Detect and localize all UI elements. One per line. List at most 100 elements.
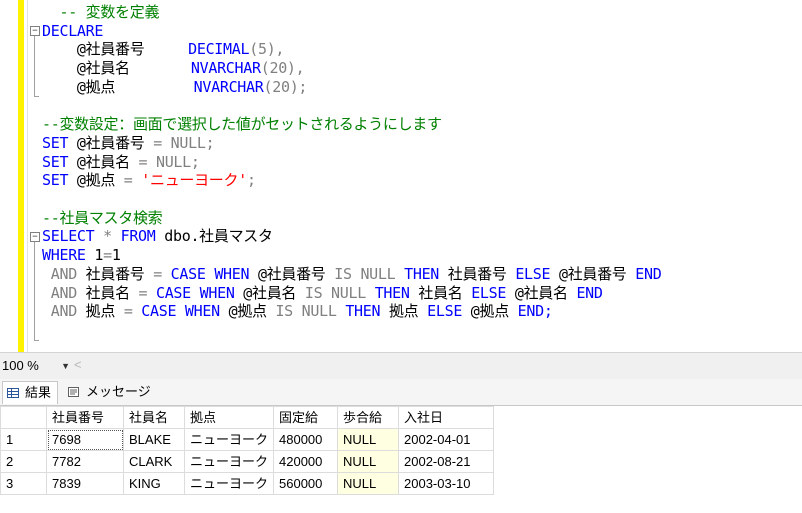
- code-token: =: [103, 246, 112, 265]
- code-token: SET: [42, 152, 69, 171]
- code-token: 拠点: [380, 302, 428, 321]
- code-line: SELECT * FROM dbo.社員マスタ: [42, 227, 273, 245]
- code-token: IS NULL: [304, 283, 366, 302]
- code-token: AND: [50, 283, 78, 302]
- code-token: CASE WHEN: [170, 264, 250, 283]
- code-token: END: [635, 264, 662, 283]
- tab-messages[interactable]: メッセージ: [64, 381, 157, 403]
- code-token: @社員名: [506, 283, 577, 302]
- cell-employee-name[interactable]: BLAKE: [123, 428, 185, 451]
- row-number[interactable]: 2: [0, 450, 47, 473]
- code-token: @社員名: [68, 152, 139, 171]
- collapse-select-icon[interactable]: −: [30, 232, 40, 242]
- code-token: DECIMAL: [188, 40, 250, 59]
- code-token: =: [123, 171, 133, 190]
- code-token: 拠点: [76, 302, 124, 321]
- code-token: ELSE: [427, 302, 463, 321]
- code-token: END: [576, 283, 603, 302]
- code-line: SET @拠点 = 'ニューヨーク';: [42, 171, 256, 189]
- tab-results[interactable]: 結果: [2, 381, 59, 404]
- cell-location[interactable]: ニューヨーク: [183, 472, 275, 495]
- code-token: @社員番号: [42, 40, 189, 59]
- code-token: 1: [111, 246, 121, 265]
- code-token: @社員番号: [550, 264, 636, 283]
- code-token: SELECT: [42, 227, 95, 246]
- column-header[interactable]: 社員名: [123, 406, 185, 429]
- table-row[interactable]: 2 7782 CLARK ニューヨーク 420000 NULL 2002-08-…: [0, 450, 495, 473]
- outline-end: [34, 96, 39, 97]
- cell-employee-number[interactable]: 7782: [46, 450, 124, 473]
- code-token: IS NULL: [334, 264, 396, 283]
- code-line: @社員番号 DECIMAL(5),: [42, 40, 285, 59]
- query-editor[interactable]: − − -- 変数を定義 DECLARE @社員番号 DECIMAL(5), @社…: [0, 0, 802, 352]
- code-token: AND: [50, 264, 78, 283]
- cell-employee-name[interactable]: CLARK: [123, 450, 185, 473]
- cell-employee-number[interactable]: 7839: [46, 472, 124, 495]
- cell-location[interactable]: ニューヨーク: [183, 428, 275, 451]
- header-row: 社員番号 社員名 拠点 固定給 歩合給 入社日: [0, 406, 495, 429]
- code-token: 社員名: [76, 283, 139, 302]
- grid-icon: [7, 388, 19, 398]
- cell-hire-date[interactable]: 2003-03-10: [398, 472, 495, 495]
- cell-fixed-salary[interactable]: 420000: [273, 450, 339, 473]
- code-token: DECLARE: [42, 21, 104, 40]
- table-row[interactable]: 1 7698 BLAKE ニューヨーク 480000 NULL 2002-04-…: [0, 428, 495, 451]
- cell-commission[interactable]: NULL: [337, 472, 400, 495]
- code-token: END;: [517, 302, 553, 321]
- editor-status-bar: 100 % ▼ <: [0, 352, 802, 380]
- code-token: 社員番号: [76, 264, 154, 283]
- code-token: @拠点: [68, 171, 124, 190]
- cell-commission[interactable]: NULL: [337, 450, 400, 473]
- cell-hire-date[interactable]: 2002-04-01: [398, 428, 495, 451]
- code-token: --社員マスタ検索: [42, 208, 163, 227]
- code-line: DECLARE: [42, 22, 103, 40]
- code-token: =: [138, 283, 148, 302]
- results-table: 社員番号 社員名 拠点 固定給 歩合給 入社日 1 7698 BLAKE ニュー…: [0, 406, 495, 495]
- code-line: @社員名 NVARCHAR(20),: [42, 59, 305, 77]
- cell-fixed-salary[interactable]: 480000: [273, 428, 339, 451]
- collapse-declare-icon[interactable]: −: [30, 26, 40, 36]
- outline-end: [34, 340, 39, 341]
- code-token: THEN: [404, 264, 440, 283]
- code-line: --社員マスタ検索: [42, 208, 163, 227]
- column-header[interactable]: 歩合給: [337, 406, 400, 429]
- cell-employee-name[interactable]: KING: [123, 472, 185, 495]
- code-token: SET: [42, 171, 69, 190]
- scroll-left-icon[interactable]: <: [74, 357, 82, 372]
- zoom-dropdown[interactable]: 100 % ▼: [0, 357, 70, 375]
- code-token: CASE WHEN: [141, 302, 220, 321]
- row-number[interactable]: 1: [0, 428, 47, 451]
- column-header[interactable]: 社員番号: [46, 406, 124, 429]
- table-row[interactable]: 3 7839 KING ニューヨーク 560000 NULL 2003-03-1…: [0, 472, 495, 495]
- cell-employee-number[interactable]: 7698: [46, 428, 124, 451]
- code-token: NULL;: [155, 152, 200, 171]
- column-header[interactable]: 拠点: [183, 406, 275, 429]
- code-token: (20);: [263, 77, 308, 96]
- column-header[interactable]: 入社日: [398, 406, 495, 429]
- column-header[interactable]: 固定給: [273, 406, 339, 429]
- corner-cell[interactable]: [0, 406, 47, 429]
- code-line: SET @社員名 = NULL;: [42, 153, 200, 171]
- code-token: ELSE: [515, 264, 551, 283]
- code-line: AND 社員番号 = CASE WHEN @社員番号 IS NULL THEN …: [42, 264, 662, 283]
- code-token: 社員番号: [439, 264, 516, 283]
- cell-hire-date[interactable]: 2002-08-21: [398, 450, 495, 473]
- row-number[interactable]: 3: [0, 472, 47, 495]
- code-token: =: [153, 133, 162, 152]
- cell-fixed-salary[interactable]: 560000: [273, 472, 339, 495]
- outline-line: [34, 36, 35, 96]
- cell-commission[interactable]: NULL: [337, 428, 400, 451]
- code-token: =: [123, 302, 133, 321]
- code-token: @拠点: [219, 302, 276, 321]
- results-grid[interactable]: 社員番号 社員名 拠点 固定給 歩合給 入社日 1 7698 BLAKE ニュー…: [0, 405, 802, 513]
- cell-location[interactable]: ニューヨーク: [183, 450, 275, 473]
- code-token: @拠点: [42, 77, 194, 96]
- outline-line: [34, 242, 35, 340]
